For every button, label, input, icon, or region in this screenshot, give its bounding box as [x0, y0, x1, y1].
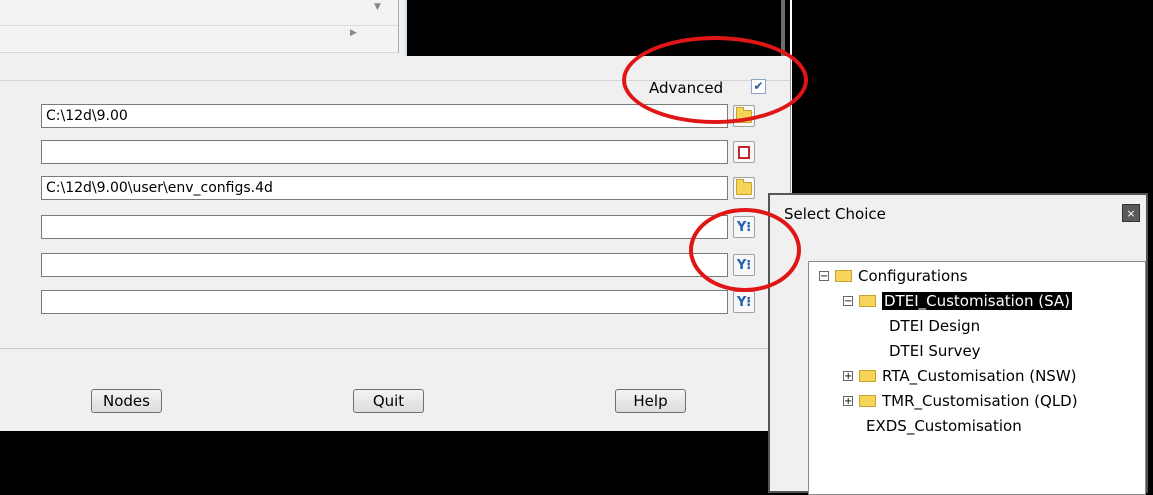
background-list-pane: ▼ ▶	[0, 0, 399, 53]
browse-folder-button-2[interactable]	[733, 177, 755, 199]
choice-field-2[interactable]	[41, 253, 728, 277]
tree-node-label: Configurations	[858, 267, 968, 285]
folder-icon	[736, 178, 752, 195]
tree-node-configurations[interactable]: − Configurations	[819, 266, 968, 286]
tree-node-label: DTEI Design	[889, 317, 981, 335]
expand-icon[interactable]: +	[843, 396, 853, 407]
tree-node-dtei-customisation[interactable]: − DTEI_Customisation (SA)	[843, 291, 1073, 311]
tree-node-exds-customisation[interactable]: EXDS_Customisation	[866, 416, 1022, 436]
help-button[interactable]: Help	[615, 389, 686, 413]
tree-node-label: RTA_Customisation (NSW)	[882, 367, 1077, 385]
choice-filter-button-1[interactable]: Y⁝	[733, 216, 755, 238]
window-divider	[781, 0, 785, 56]
choice-filter-button-3[interactable]: Y⁝	[733, 291, 755, 313]
nodes-button[interactable]: Nodes	[91, 389, 162, 413]
pane-divider	[0, 25, 398, 26]
folder-icon	[835, 270, 852, 282]
filter-icon: Y⁝	[736, 257, 752, 273]
advanced-checkbox[interactable]: ✔	[751, 79, 766, 94]
choice-filter-button-2[interactable]: Y⁝	[733, 254, 755, 276]
collapse-icon[interactable]: −	[843, 296, 853, 307]
folder-icon	[859, 370, 876, 382]
folder-icon	[859, 295, 876, 307]
tree-node-rta-customisation[interactable]: + RTA_Customisation (NSW)	[843, 366, 1077, 386]
expand-icon[interactable]: +	[843, 371, 853, 382]
dialog-titlebar[interactable]: Select Choice ×	[770, 195, 1146, 229]
tree-node-tmr-customisation[interactable]: + TMR_Customisation (QLD)	[843, 391, 1078, 411]
scroll-right-arrow-icon[interactable]: ▶	[350, 28, 357, 38]
path-field-2[interactable]	[41, 140, 728, 164]
advanced-label: Advanced	[649, 79, 724, 97]
tree-node-label: DTEI Survey	[889, 342, 981, 360]
path-field-1[interactable]: C:\12d\9.00	[41, 104, 728, 128]
dialog-title: Select Choice	[784, 205, 886, 223]
tree-node-label-selected: DTEI_Customisation (SA)	[882, 292, 1073, 310]
choice-tree: − Configurations − DTEI_Customisation (S…	[808, 261, 1146, 495]
close-icon[interactable]: ×	[1122, 204, 1140, 222]
tree-node-dtei-survey[interactable]: DTEI Survey	[889, 341, 981, 361]
browse-folder-button-1[interactable]	[733, 105, 755, 127]
tree-node-label: EXDS_Customisation	[866, 417, 1022, 435]
background-window-top: ▼ ▶	[0, 0, 407, 56]
filter-icon: Y⁝	[736, 294, 752, 310]
book-icon	[738, 145, 750, 159]
folder-icon	[859, 395, 876, 407]
filter-icon: Y⁝	[736, 219, 752, 235]
choice-field-1[interactable]	[41, 215, 728, 239]
button-separator	[0, 348, 790, 349]
path-field-3[interactable]: C:\12d\9.00\user\env_configs.4d	[41, 176, 728, 200]
tree-node-label: TMR_Customisation (QLD)	[882, 392, 1078, 410]
folder-icon	[736, 106, 752, 123]
project-settings-panel: Advanced ✔ C:\12d\9.00 C:\12d\9.00\user\…	[0, 56, 791, 431]
select-book-button[interactable]	[733, 141, 755, 163]
scroll-up-arrow-icon[interactable]: ▼	[374, 2, 381, 12]
select-choice-dialog: Select Choice × − Configurations − DTEI_…	[768, 193, 1148, 495]
collapse-icon[interactable]: −	[819, 271, 829, 282]
choice-field-3[interactable]	[41, 290, 728, 314]
tree-node-dtei-design[interactable]: DTEI Design	[889, 316, 980, 336]
quit-button[interactable]: Quit	[353, 389, 424, 413]
